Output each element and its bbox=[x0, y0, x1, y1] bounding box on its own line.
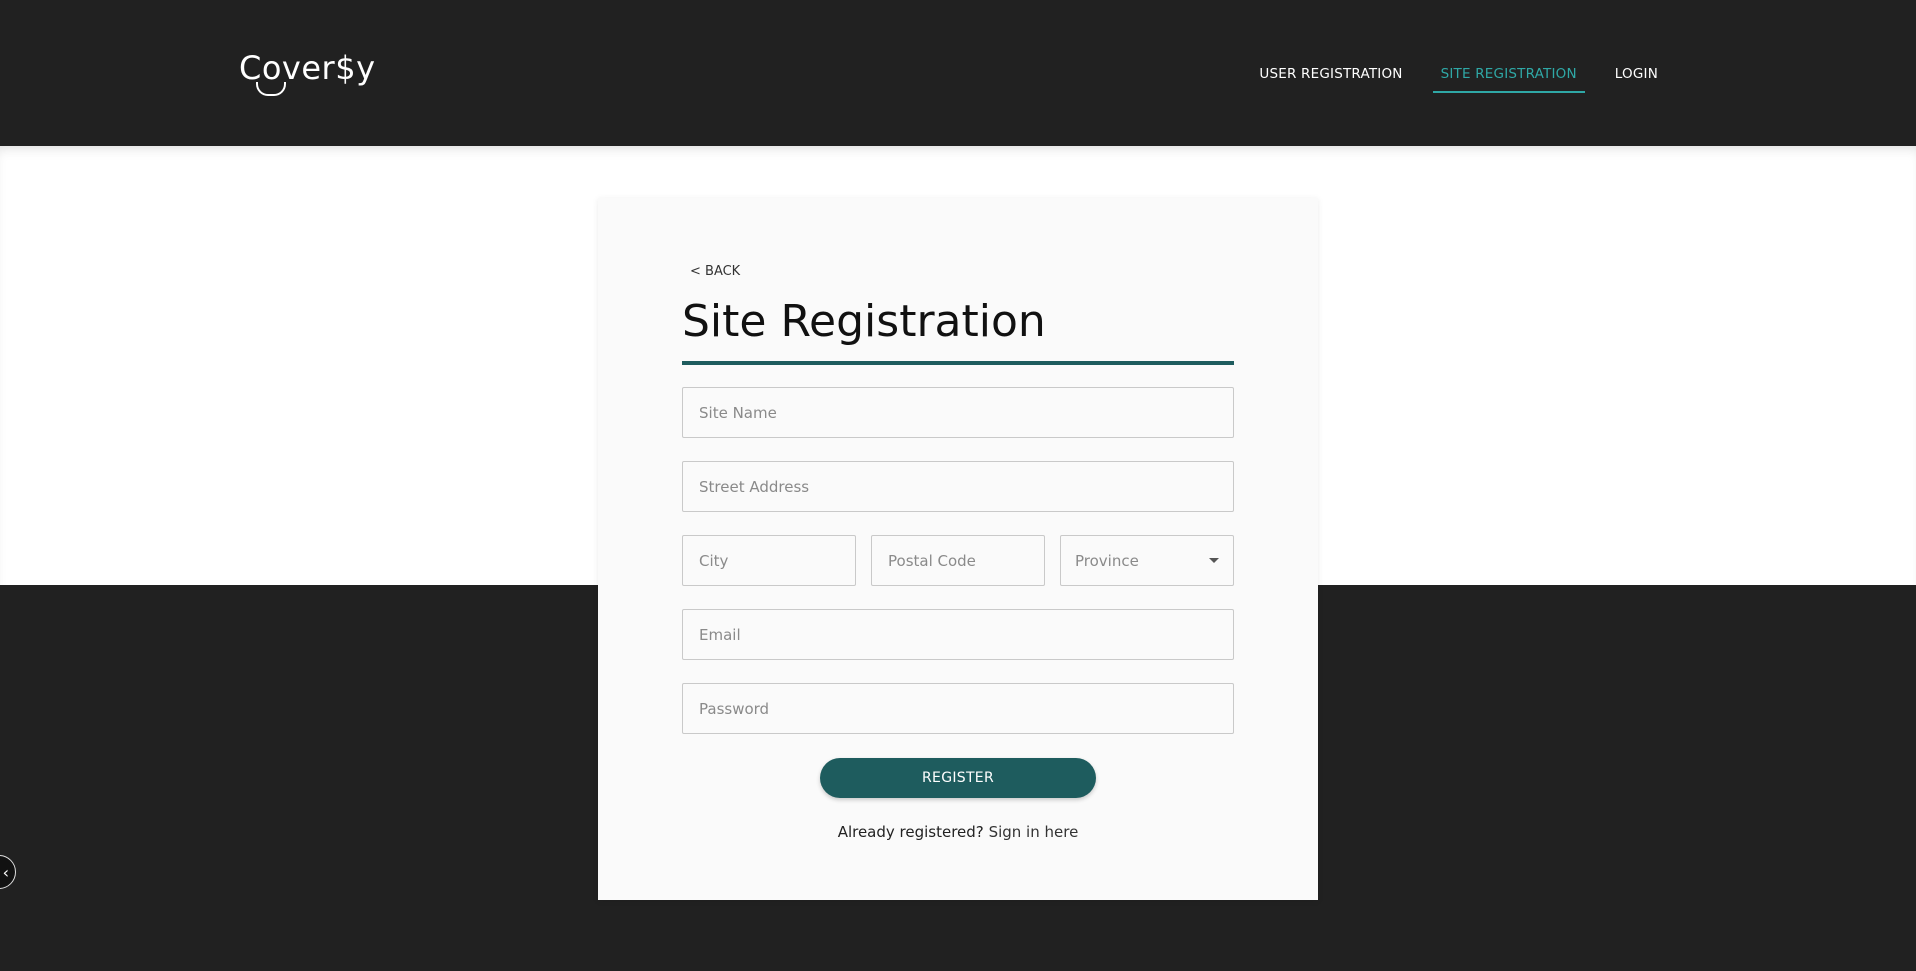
email-field[interactable] bbox=[682, 609, 1234, 660]
register-button[interactable]: REGISTER bbox=[820, 758, 1096, 798]
top-header: Cover$y USER REGISTRATION SITE REGISTRAT… bbox=[0, 0, 1916, 146]
back-link[interactable]: < BACK bbox=[690, 264, 740, 279]
already-registered-text: Already registered? bbox=[837, 823, 984, 841]
nav-site-registration[interactable]: SITE REGISTRATION bbox=[1432, 62, 1585, 93]
street-address-field[interactable] bbox=[682, 461, 1234, 512]
city-input[interactable] bbox=[697, 550, 841, 571]
brand-logo[interactable]: Cover$y bbox=[239, 48, 376, 96]
postal-code-field[interactable] bbox=[871, 535, 1045, 586]
password-field[interactable] bbox=[682, 683, 1234, 734]
signin-prompt: Already registered? Sign in here bbox=[598, 823, 1318, 841]
province-select-value: Province bbox=[1075, 551, 1139, 570]
sign-in-link[interactable]: Sign in here bbox=[989, 823, 1079, 841]
logo-smile-icon bbox=[256, 82, 286, 96]
caret-down-icon bbox=[1209, 558, 1219, 563]
province-select[interactable]: Province bbox=[1060, 535, 1234, 586]
chevron-left-icon[interactable]: ‹ bbox=[0, 855, 16, 889]
site-name-input[interactable] bbox=[697, 402, 1219, 423]
nav-user-registration[interactable]: USER REGISTRATION bbox=[1251, 62, 1410, 93]
email-input[interactable] bbox=[697, 624, 1219, 645]
site-name-field[interactable] bbox=[682, 387, 1234, 438]
street-address-input[interactable] bbox=[697, 476, 1219, 497]
nav-login[interactable]: LOGIN bbox=[1607, 62, 1666, 93]
postal-code-input[interactable] bbox=[886, 550, 1030, 571]
main-nav: USER REGISTRATION SITE REGISTRATION LOGI… bbox=[1251, 62, 1666, 93]
registration-card: < BACK Site Registration Province REGIST… bbox=[598, 198, 1318, 900]
title-divider bbox=[682, 361, 1234, 365]
page-title: Site Registration bbox=[682, 296, 1046, 347]
city-field[interactable] bbox=[682, 535, 856, 586]
password-input[interactable] bbox=[697, 698, 1219, 719]
page: Cover$y USER REGISTRATION SITE REGISTRAT… bbox=[0, 0, 1916, 971]
